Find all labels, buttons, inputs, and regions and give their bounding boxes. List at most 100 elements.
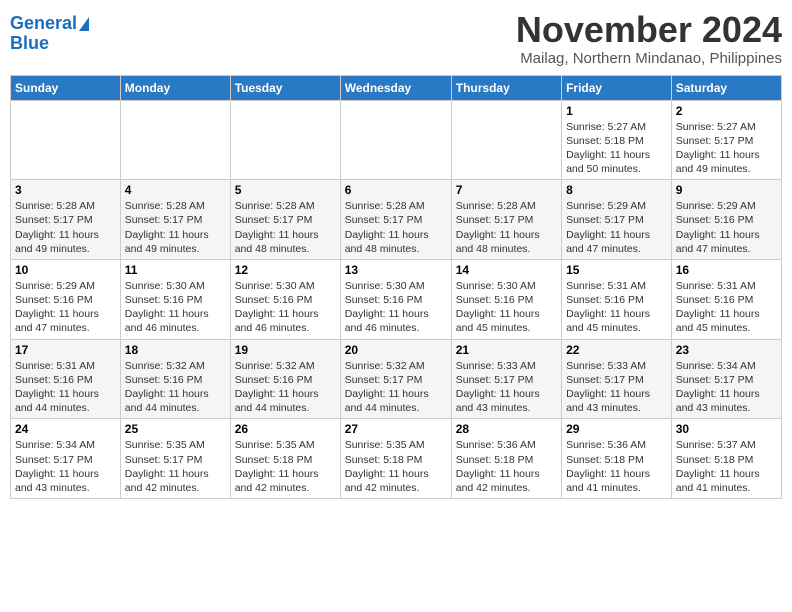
day-info: Sunrise: 5:28 AM Sunset: 5:17 PM Dayligh… (456, 199, 557, 256)
page-subtitle: Mailag, Northern Mindanao, Philippines (516, 50, 782, 67)
day-number: 7 (456, 183, 557, 197)
calendar-cell: 30 Sunrise: 5:37 AM Sunset: 5:18 PM Dayli… (671, 419, 781, 499)
day-info: Sunrise: 5:28 AM Sunset: 5:17 PM Dayligh… (345, 199, 447, 256)
calendar-header-wednesday: Wednesday (340, 75, 451, 100)
calendar-cell: 10 Sunrise: 5:29 AM Sunset: 5:16 PM Dayli… (11, 259, 121, 339)
day-info: Sunrise: 5:27 AM Sunset: 5:17 PM Dayligh… (676, 120, 777, 177)
calendar-cell: 9Sunrise: 5:29 AM Sunset: 5:16 PM Daylig… (671, 180, 781, 260)
day-info: Sunrise: 5:32 AM Sunset: 5:17 PM Dayligh… (345, 359, 447, 416)
calendar-cell: 19 Sunrise: 5:32 AM Sunset: 5:16 PM Dayli… (230, 339, 340, 419)
calendar-cell: 5Sunrise: 5:28 AM Sunset: 5:17 PM Daylig… (230, 180, 340, 260)
calendar-header-thursday: Thursday (451, 75, 561, 100)
calendar-cell (230, 100, 340, 180)
day-number: 14 (456, 263, 557, 277)
calendar-cell: 3Sunrise: 5:28 AM Sunset: 5:17 PM Daylig… (11, 180, 121, 260)
day-number: 28 (456, 422, 557, 436)
day-info: Sunrise: 5:27 AM Sunset: 5:18 PM Dayligh… (566, 120, 667, 177)
calendar-cell (120, 100, 230, 180)
day-info: Sunrise: 5:31 AM Sunset: 5:16 PM Dayligh… (566, 279, 667, 336)
calendar-header-friday: Friday (562, 75, 672, 100)
day-number: 22 (566, 343, 667, 357)
day-number: 21 (456, 343, 557, 357)
calendar-cell: 6Sunrise: 5:28 AM Sunset: 5:17 PM Daylig… (340, 180, 451, 260)
logo-text: General (10, 14, 77, 34)
day-info: Sunrise: 5:36 AM Sunset: 5:18 PM Dayligh… (456, 438, 557, 495)
day-number: 2 (676, 104, 777, 118)
day-number: 26 (235, 422, 336, 436)
day-number: 11 (125, 263, 226, 277)
day-number: 30 (676, 422, 777, 436)
calendar-cell: 29 Sunrise: 5:36 AM Sunset: 5:18 PM Dayli… (562, 419, 672, 499)
calendar-cell: 15Sunrise: 5:31 AM Sunset: 5:16 PM Dayli… (562, 259, 672, 339)
calendar-cell: 27 Sunrise: 5:35 AM Sunset: 5:18 PM Dayli… (340, 419, 451, 499)
day-info: Sunrise: 5:28 AM Sunset: 5:17 PM Dayligh… (125, 199, 226, 256)
day-info: Sunrise: 5:29 AM Sunset: 5:17 PM Dayligh… (566, 199, 667, 256)
day-info: Sunrise: 5:36 AM Sunset: 5:18 PM Dayligh… (566, 438, 667, 495)
calendar-cell: 22 Sunrise: 5:33 AM Sunset: 5:17 PM Dayli… (562, 339, 672, 419)
day-info: Sunrise: 5:31 AM Sunset: 5:16 PM Dayligh… (676, 279, 777, 336)
calendar-header-row: SundayMondayTuesdayWednesdayThursdayFrid… (11, 75, 782, 100)
day-info: Sunrise: 5:35 AM Sunset: 5:17 PM Dayligh… (125, 438, 226, 495)
calendar-cell: 17Sunrise: 5:31 AM Sunset: 5:16 PM Dayli… (11, 339, 121, 419)
day-number: 3 (15, 183, 116, 197)
day-info: Sunrise: 5:34 AM Sunset: 5:17 PM Dayligh… (676, 359, 777, 416)
calendar-cell: 4Sunrise: 5:28 AM Sunset: 5:17 PM Daylig… (120, 180, 230, 260)
day-number: 5 (235, 183, 336, 197)
day-info: Sunrise: 5:30 AM Sunset: 5:16 PM Dayligh… (345, 279, 447, 336)
calendar-cell: 24 Sunrise: 5:34 AM Sunset: 5:17 PM Dayli… (11, 419, 121, 499)
day-number: 13 (345, 263, 447, 277)
calendar-header-sunday: Sunday (11, 75, 121, 100)
calendar-week-row: 10 Sunrise: 5:29 AM Sunset: 5:16 PM Dayli… (11, 259, 782, 339)
day-number: 10 (15, 263, 116, 277)
calendar-week-row: 1 Sunrise: 5:27 AM Sunset: 5:18 PM Daylig… (11, 100, 782, 180)
calendar-header-tuesday: Tuesday (230, 75, 340, 100)
day-info: Sunrise: 5:35 AM Sunset: 5:18 PM Dayligh… (235, 438, 336, 495)
day-number: 1 (566, 104, 667, 118)
day-number: 8 (566, 183, 667, 197)
day-number: 27 (345, 422, 447, 436)
calendar-week-row: 24 Sunrise: 5:34 AM Sunset: 5:17 PM Dayli… (11, 419, 782, 499)
page-title: November 2024 (516, 10, 782, 50)
day-info: Sunrise: 5:33 AM Sunset: 5:17 PM Dayligh… (566, 359, 667, 416)
calendar-week-row: 3 Sunrise: 5:28 AM Sunset: 5:17 PM Daylig… (11, 180, 782, 260)
day-info: Sunrise: 5:34 AM Sunset: 5:17 PM Dayligh… (15, 438, 116, 495)
day-info: Sunrise: 5:37 AM Sunset: 5:18 PM Dayligh… (676, 438, 777, 495)
calendar-cell: 23 Sunrise: 5:34 AM Sunset: 5:17 PM Dayli… (671, 339, 781, 419)
calendar-cell: 20 Sunrise: 5:32 AM Sunset: 5:17 PM Dayli… (340, 339, 451, 419)
day-number: 29 (566, 422, 667, 436)
day-number: 25 (125, 422, 226, 436)
calendar-cell: 13 Sunrise: 5:30 AM Sunset: 5:16 PM Dayli… (340, 259, 451, 339)
day-info: Sunrise: 5:33 AM Sunset: 5:17 PM Dayligh… (456, 359, 557, 416)
calendar-cell (340, 100, 451, 180)
calendar-cell: 28 Sunrise: 5:36 AM Sunset: 5:18 PM Dayli… (451, 419, 561, 499)
logo-text-blue: Blue (10, 33, 49, 53)
calendar-cell: 7 Sunrise: 5:28 AM Sunset: 5:17 PM Daylig… (451, 180, 561, 260)
calendar-cell: 14 Sunrise: 5:30 AM Sunset: 5:16 PM Dayli… (451, 259, 561, 339)
day-number: 24 (15, 422, 116, 436)
day-info: Sunrise: 5:32 AM Sunset: 5:16 PM Dayligh… (235, 359, 336, 416)
day-number: 23 (676, 343, 777, 357)
day-number: 20 (345, 343, 447, 357)
day-info: Sunrise: 5:35 AM Sunset: 5:18 PM Dayligh… (345, 438, 447, 495)
calendar-cell: 11 Sunrise: 5:30 AM Sunset: 5:16 PM Dayli… (120, 259, 230, 339)
day-info: Sunrise: 5:30 AM Sunset: 5:16 PM Dayligh… (456, 279, 557, 336)
day-number: 19 (235, 343, 336, 357)
calendar-cell: 16 Sunrise: 5:31 AM Sunset: 5:16 PM Dayli… (671, 259, 781, 339)
day-number: 12 (235, 263, 336, 277)
day-number: 16 (676, 263, 777, 277)
day-info: Sunrise: 5:29 AM Sunset: 5:16 PM Dayligh… (15, 279, 116, 336)
calendar: SundayMondayTuesdayWednesdayThursdayFrid… (10, 75, 782, 499)
day-info: Sunrise: 5:30 AM Sunset: 5:16 PM Dayligh… (235, 279, 336, 336)
day-info: Sunrise: 5:32 AM Sunset: 5:16 PM Dayligh… (125, 359, 226, 416)
day-number: 18 (125, 343, 226, 357)
day-info: Sunrise: 5:30 AM Sunset: 5:16 PM Dayligh… (125, 279, 226, 336)
calendar-cell: 1 Sunrise: 5:27 AM Sunset: 5:18 PM Daylig… (562, 100, 672, 180)
calendar-cell (11, 100, 121, 180)
calendar-week-row: 17Sunrise: 5:31 AM Sunset: 5:16 PM Dayli… (11, 339, 782, 419)
calendar-cell: 8 Sunrise: 5:29 AM Sunset: 5:17 PM Daylig… (562, 180, 672, 260)
calendar-cell: 25 Sunrise: 5:35 AM Sunset: 5:17 PM Dayli… (120, 419, 230, 499)
calendar-cell (451, 100, 561, 180)
calendar-cell: 21 Sunrise: 5:33 AM Sunset: 5:17 PM Dayli… (451, 339, 561, 419)
calendar-cell: 26 Sunrise: 5:35 AM Sunset: 5:18 PM Dayli… (230, 419, 340, 499)
calendar-header-saturday: Saturday (671, 75, 781, 100)
